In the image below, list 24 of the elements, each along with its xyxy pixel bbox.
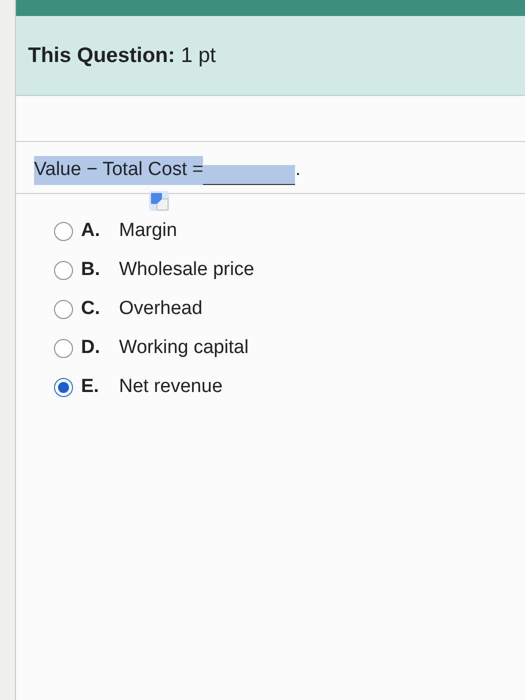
option-letter: D. [81,336,101,360]
question-end: . [295,158,301,182]
answer-option[interactable]: B. Wholesale price [54,250,525,290]
option-letter: B. [81,258,101,282]
option-text: Net revenue [119,374,223,399]
answer-option[interactable]: A. Margin [54,212,525,250]
answer-option[interactable]: C. Overhead [54,290,525,328]
answer-option[interactable]: E. Net revenue [54,368,525,406]
question-text: Value − Total Cost = [34,156,204,184]
option-letter: A. [81,218,101,243]
option-letter: E. [81,374,100,399]
option-text: Overhead [119,296,202,321]
radio-button[interactable] [54,338,73,358]
radio-button[interactable] [54,300,73,318]
option-text: Margin [119,218,178,243]
points-label: This Question: 1 pt [28,42,216,69]
translate-icon[interactable] [148,190,170,212]
option-letter: C. [81,296,101,321]
radio-button[interactable] [54,222,73,240]
radio-button[interactable] [54,378,73,396]
radio-button[interactable] [54,260,73,280]
option-text: Working capital [119,336,249,360]
answer-option[interactable]: D. Working capital [54,328,525,368]
option-text: Wholesale price [119,258,254,282]
